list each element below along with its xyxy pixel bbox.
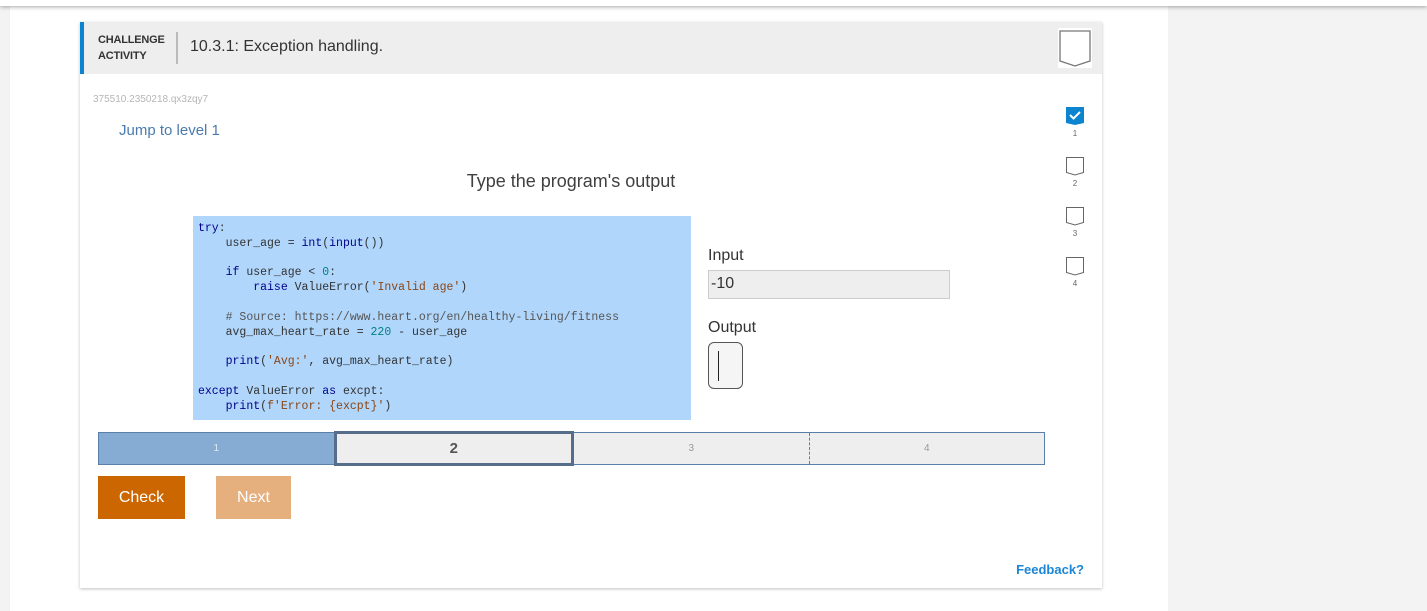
- code-keyword: except: [198, 384, 240, 398]
- jump-to-level-link[interactable]: Jump to level 1: [119, 122, 220, 139]
- feedback-link[interactable]: Feedback?: [1016, 562, 1084, 577]
- level-tab-4[interactable]: 4: [808, 433, 1045, 464]
- activity-header: CHALLENGE ACTIVITY 10.3.1: Exception han…: [80, 22, 1102, 74]
- code-string: 'Invalid age': [370, 281, 461, 295]
- text-caret: [718, 351, 719, 381]
- input-label: Input: [708, 247, 744, 264]
- level-tab-2[interactable]: 2: [333, 431, 574, 466]
- code-keyword: if: [225, 266, 240, 280]
- side-level-number: 2: [1072, 179, 1078, 188]
- code-string: 'Avg:': [267, 355, 309, 369]
- code-string: f'Error: {excpt}': [267, 399, 385, 413]
- checkmark-badge-icon: [1066, 107, 1084, 125]
- empty-badge-icon: [1066, 207, 1084, 226]
- side-level-indicators: 1 2 3 4: [1065, 106, 1085, 306]
- side-level-number: 3: [1072, 229, 1078, 238]
- side-level-number: 1: [1072, 129, 1078, 138]
- activity-type-line1: CHALLENGE: [98, 34, 165, 46]
- level-tab-1[interactable]: 1: [99, 433, 334, 464]
- side-level-4: 4: [1065, 256, 1085, 306]
- code-builtin: print: [225, 355, 261, 369]
- challenge-activity-card: CHALLENGE ACTIVITY 10.3.1: Exception han…: [80, 22, 1102, 588]
- empty-badge-icon: [1066, 257, 1084, 276]
- side-level-3: 3: [1065, 206, 1085, 256]
- code-block: try: user_age = int(input()) if user_age…: [193, 216, 691, 420]
- code-comment: # Source: https://www.heart.org/en/healt…: [225, 310, 619, 324]
- browser-top-shadow: [0, 0, 1427, 6]
- next-button[interactable]: Next: [216, 476, 291, 519]
- code-builtin: input: [329, 236, 364, 250]
- header-separator: [176, 32, 178, 64]
- level-progress-bar: 1 2 3 4: [98, 431, 1045, 466]
- completion-badge-icon: [1058, 28, 1092, 68]
- code-keyword: as: [322, 384, 337, 398]
- code-builtin: int: [301, 236, 323, 250]
- check-button[interactable]: Check: [98, 476, 185, 519]
- code-number: 220: [370, 325, 392, 339]
- instructions: Type the program's output: [466, 171, 676, 191]
- activity-type-line2: ACTIVITY: [98, 50, 147, 62]
- output-label: Output: [708, 319, 757, 336]
- side-level-2: 2: [1065, 156, 1085, 206]
- code-keyword: raise: [253, 281, 288, 295]
- program-input-field: -10: [708, 270, 950, 299]
- side-level-1: 1: [1065, 106, 1085, 156]
- code-builtin: print: [225, 399, 261, 413]
- activity-type-label: CHALLENGE ACTIVITY: [98, 32, 165, 64]
- level-tab-3[interactable]: 3: [574, 433, 809, 464]
- code-keyword: try: [198, 222, 219, 235]
- code-number: 0: [322, 266, 330, 280]
- activity-title: 10.3.1: Exception handling.: [190, 38, 384, 55]
- empty-badge-icon: [1066, 157, 1084, 176]
- side-level-number: 4: [1072, 279, 1078, 288]
- activity-id: 375510.2350218.qx3zqy7: [93, 94, 209, 105]
- program-output-field[interactable]: [708, 342, 743, 389]
